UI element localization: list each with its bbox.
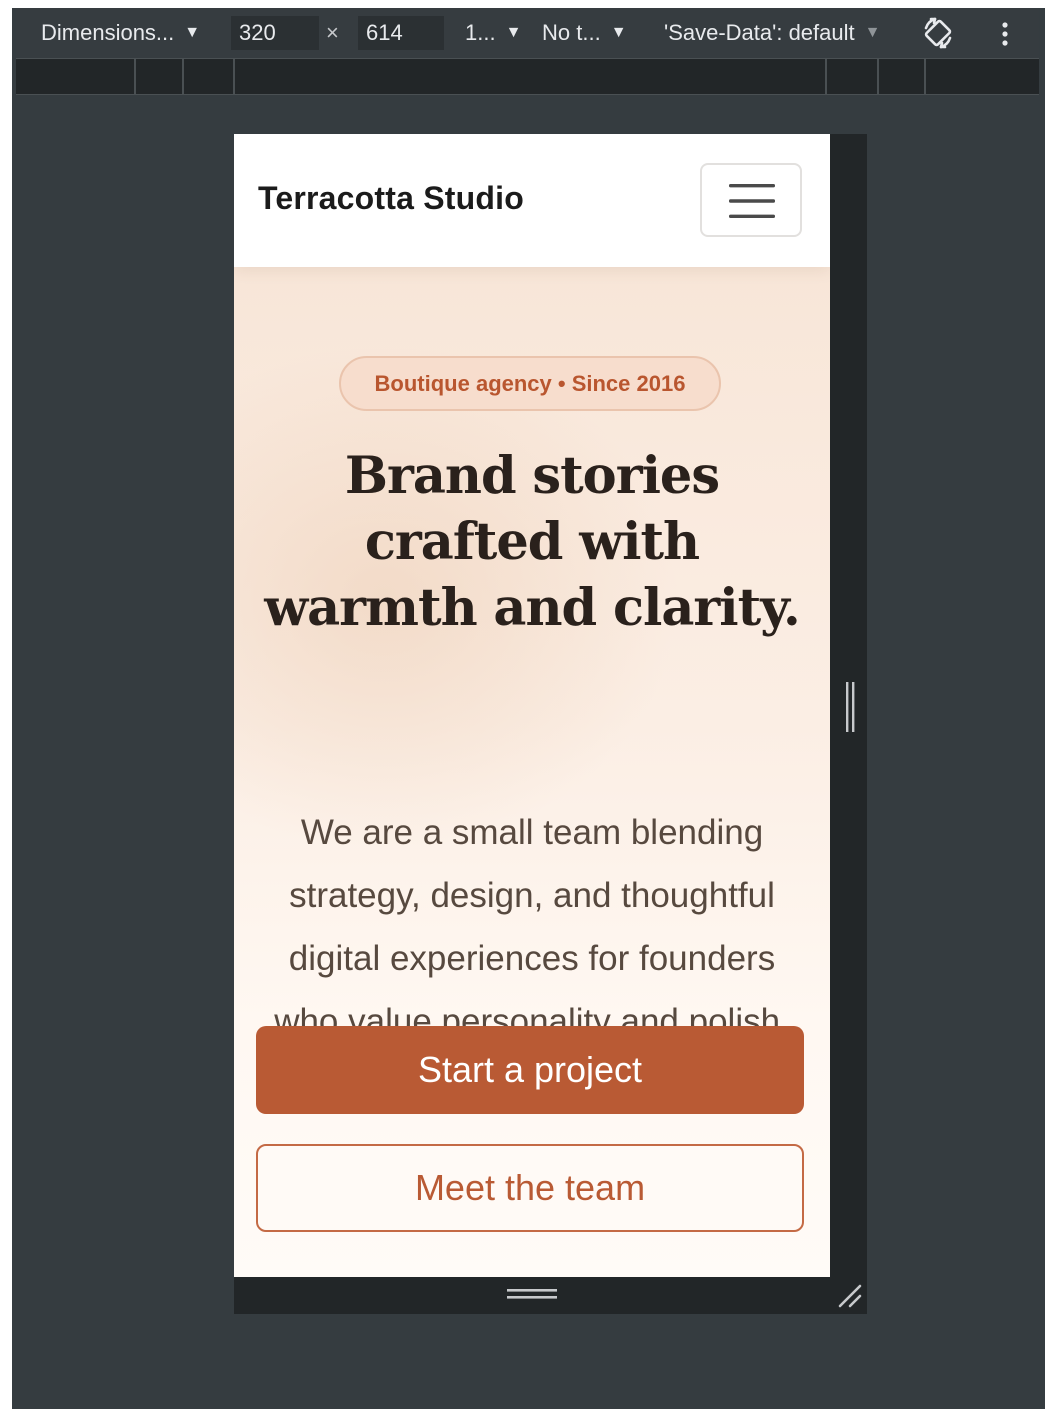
dimensions-label: Dimensions... — [41, 20, 175, 45]
chevron-down-icon: ▼ — [864, 24, 881, 41]
save-data-label: 'Save-Data': default — [664, 20, 855, 45]
start-project-button[interactable]: Start a project — [256, 1026, 804, 1114]
resize-handle-bottom-icon[interactable] — [507, 1287, 557, 1301]
dimensions-dropdown[interactable]: Dimensions... ▼ — [41, 20, 200, 46]
chevron-down-icon: ▼ — [505, 24, 522, 41]
hero-section: Boutique agency • Since 2016 Brand stori… — [234, 267, 830, 1277]
resize-corner-icon[interactable] — [836, 1282, 862, 1308]
media-query-divider — [233, 59, 235, 94]
meet-team-button[interactable]: Meet the team — [256, 1144, 804, 1232]
hero-description: We are a small team blending strategy, d… — [274, 813, 790, 1041]
media-query-divider — [825, 59, 827, 94]
media-query-divider — [924, 59, 926, 94]
agency-badge: Boutique agency • Since 2016 — [339, 356, 721, 411]
resize-handle-right-icon[interactable] — [844, 682, 856, 732]
hamburger-icon — [729, 184, 775, 218]
more-vert-icon[interactable] — [999, 20, 1011, 48]
devtools-device-mode: Dimensions... ▼ 320 × 614 1... ▼ No t...… — [12, 8, 1045, 1409]
rotate-device-icon[interactable] — [921, 16, 955, 50]
emulated-viewport: Terracotta Studio Boutique agency • Sinc… — [234, 134, 830, 1277]
height-input[interactable]: 614 — [358, 16, 444, 50]
throttling-label: No t... — [542, 20, 601, 45]
chevron-down-icon: ▼ — [610, 24, 627, 41]
zoom-label: 1... — [465, 20, 496, 45]
media-query-divider — [134, 59, 136, 94]
brand-name[interactable]: Terracotta Studio — [258, 180, 524, 217]
times-icon: × — [326, 20, 339, 45]
device-toolbar: Dimensions... ▼ 320 × 614 1... ▼ No t...… — [16, 8, 1039, 58]
width-input[interactable]: 320 — [231, 16, 319, 50]
zoom-dropdown[interactable]: 1... ▼ — [465, 20, 521, 46]
throttling-dropdown[interactable]: No t... ▼ — [542, 20, 627, 46]
media-query-divider — [877, 59, 879, 94]
media-query-bar[interactable] — [16, 58, 1039, 95]
hero-headline: Brand stories crafted with warmth and cl… — [264, 446, 801, 638]
media-query-divider — [182, 59, 184, 94]
chevron-down-icon: ▼ — [184, 24, 201, 41]
save-data-dropdown[interactable]: 'Save-Data': default ▼ — [664, 20, 880, 46]
device-frame: Terracotta Studio Boutique agency • Sinc… — [234, 134, 867, 1314]
menu-button[interactable] — [700, 163, 802, 237]
site-header: Terracotta Studio — [234, 134, 830, 267]
